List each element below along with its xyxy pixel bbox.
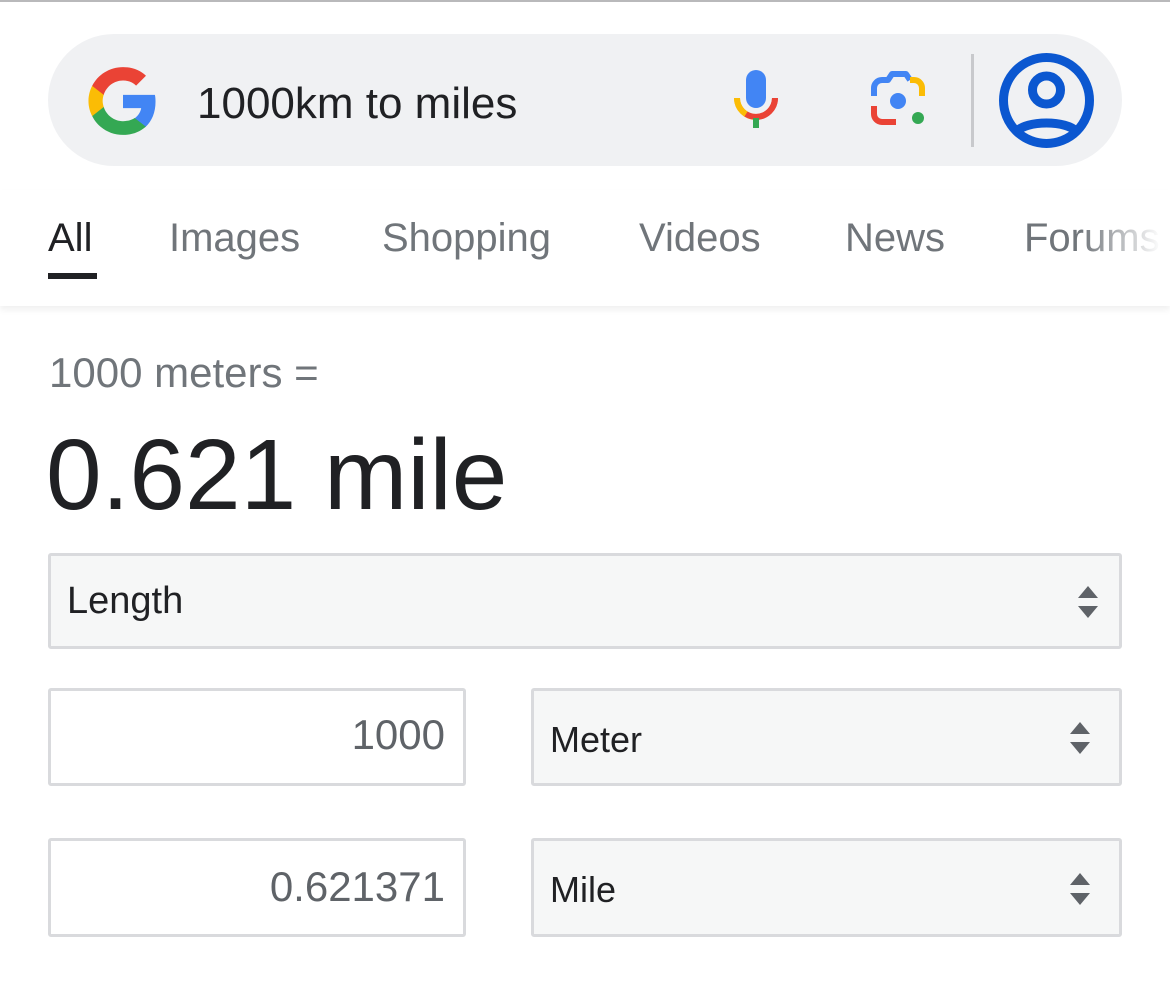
google-lens-icon[interactable] [868, 70, 930, 130]
account-avatar-icon[interactable] [998, 52, 1095, 149]
top-rule [0, 0, 1170, 2]
from-unit-value: Meter [550, 719, 643, 760]
to-unit-value: Mile [550, 869, 617, 910]
google-g-logo-icon[interactable] [86, 64, 160, 138]
to-value: 0.621371 [269, 863, 445, 910]
from-unit-select[interactable]: Meter [531, 688, 1122, 786]
select-arrows-icon [1070, 722, 1090, 754]
unit-category-value: Length [67, 580, 184, 622]
unit-category-select[interactable]: Length [48, 553, 1122, 649]
to-unit-select[interactable]: Mile [531, 838, 1122, 937]
tabs-scroll-fade [1080, 190, 1170, 306]
tab-news[interactable]: News [845, 212, 945, 264]
from-value: 1000 [351, 711, 445, 758]
conversion-result: 0.621 mile [46, 419, 508, 531]
search-divider [971, 54, 974, 147]
tab-images[interactable]: Images [169, 212, 300, 264]
active-tab-indicator [48, 273, 97, 279]
search-input[interactable]: 1000km to miles [197, 76, 517, 132]
search-tabs: All Images Shopping Videos News Forums [0, 190, 1170, 306]
tab-all[interactable]: All [48, 212, 92, 264]
to-value-input[interactable]: 0.621371 [48, 838, 466, 937]
select-arrows-icon [1070, 873, 1090, 905]
mic-icon[interactable] [732, 68, 780, 132]
from-value-input[interactable]: 1000 [48, 688, 466, 786]
tab-videos[interactable]: Videos [639, 212, 761, 264]
conversion-summary: 1000 meters = [49, 349, 319, 396]
select-arrows-icon [1078, 586, 1098, 618]
tab-shopping[interactable]: Shopping [382, 212, 551, 264]
